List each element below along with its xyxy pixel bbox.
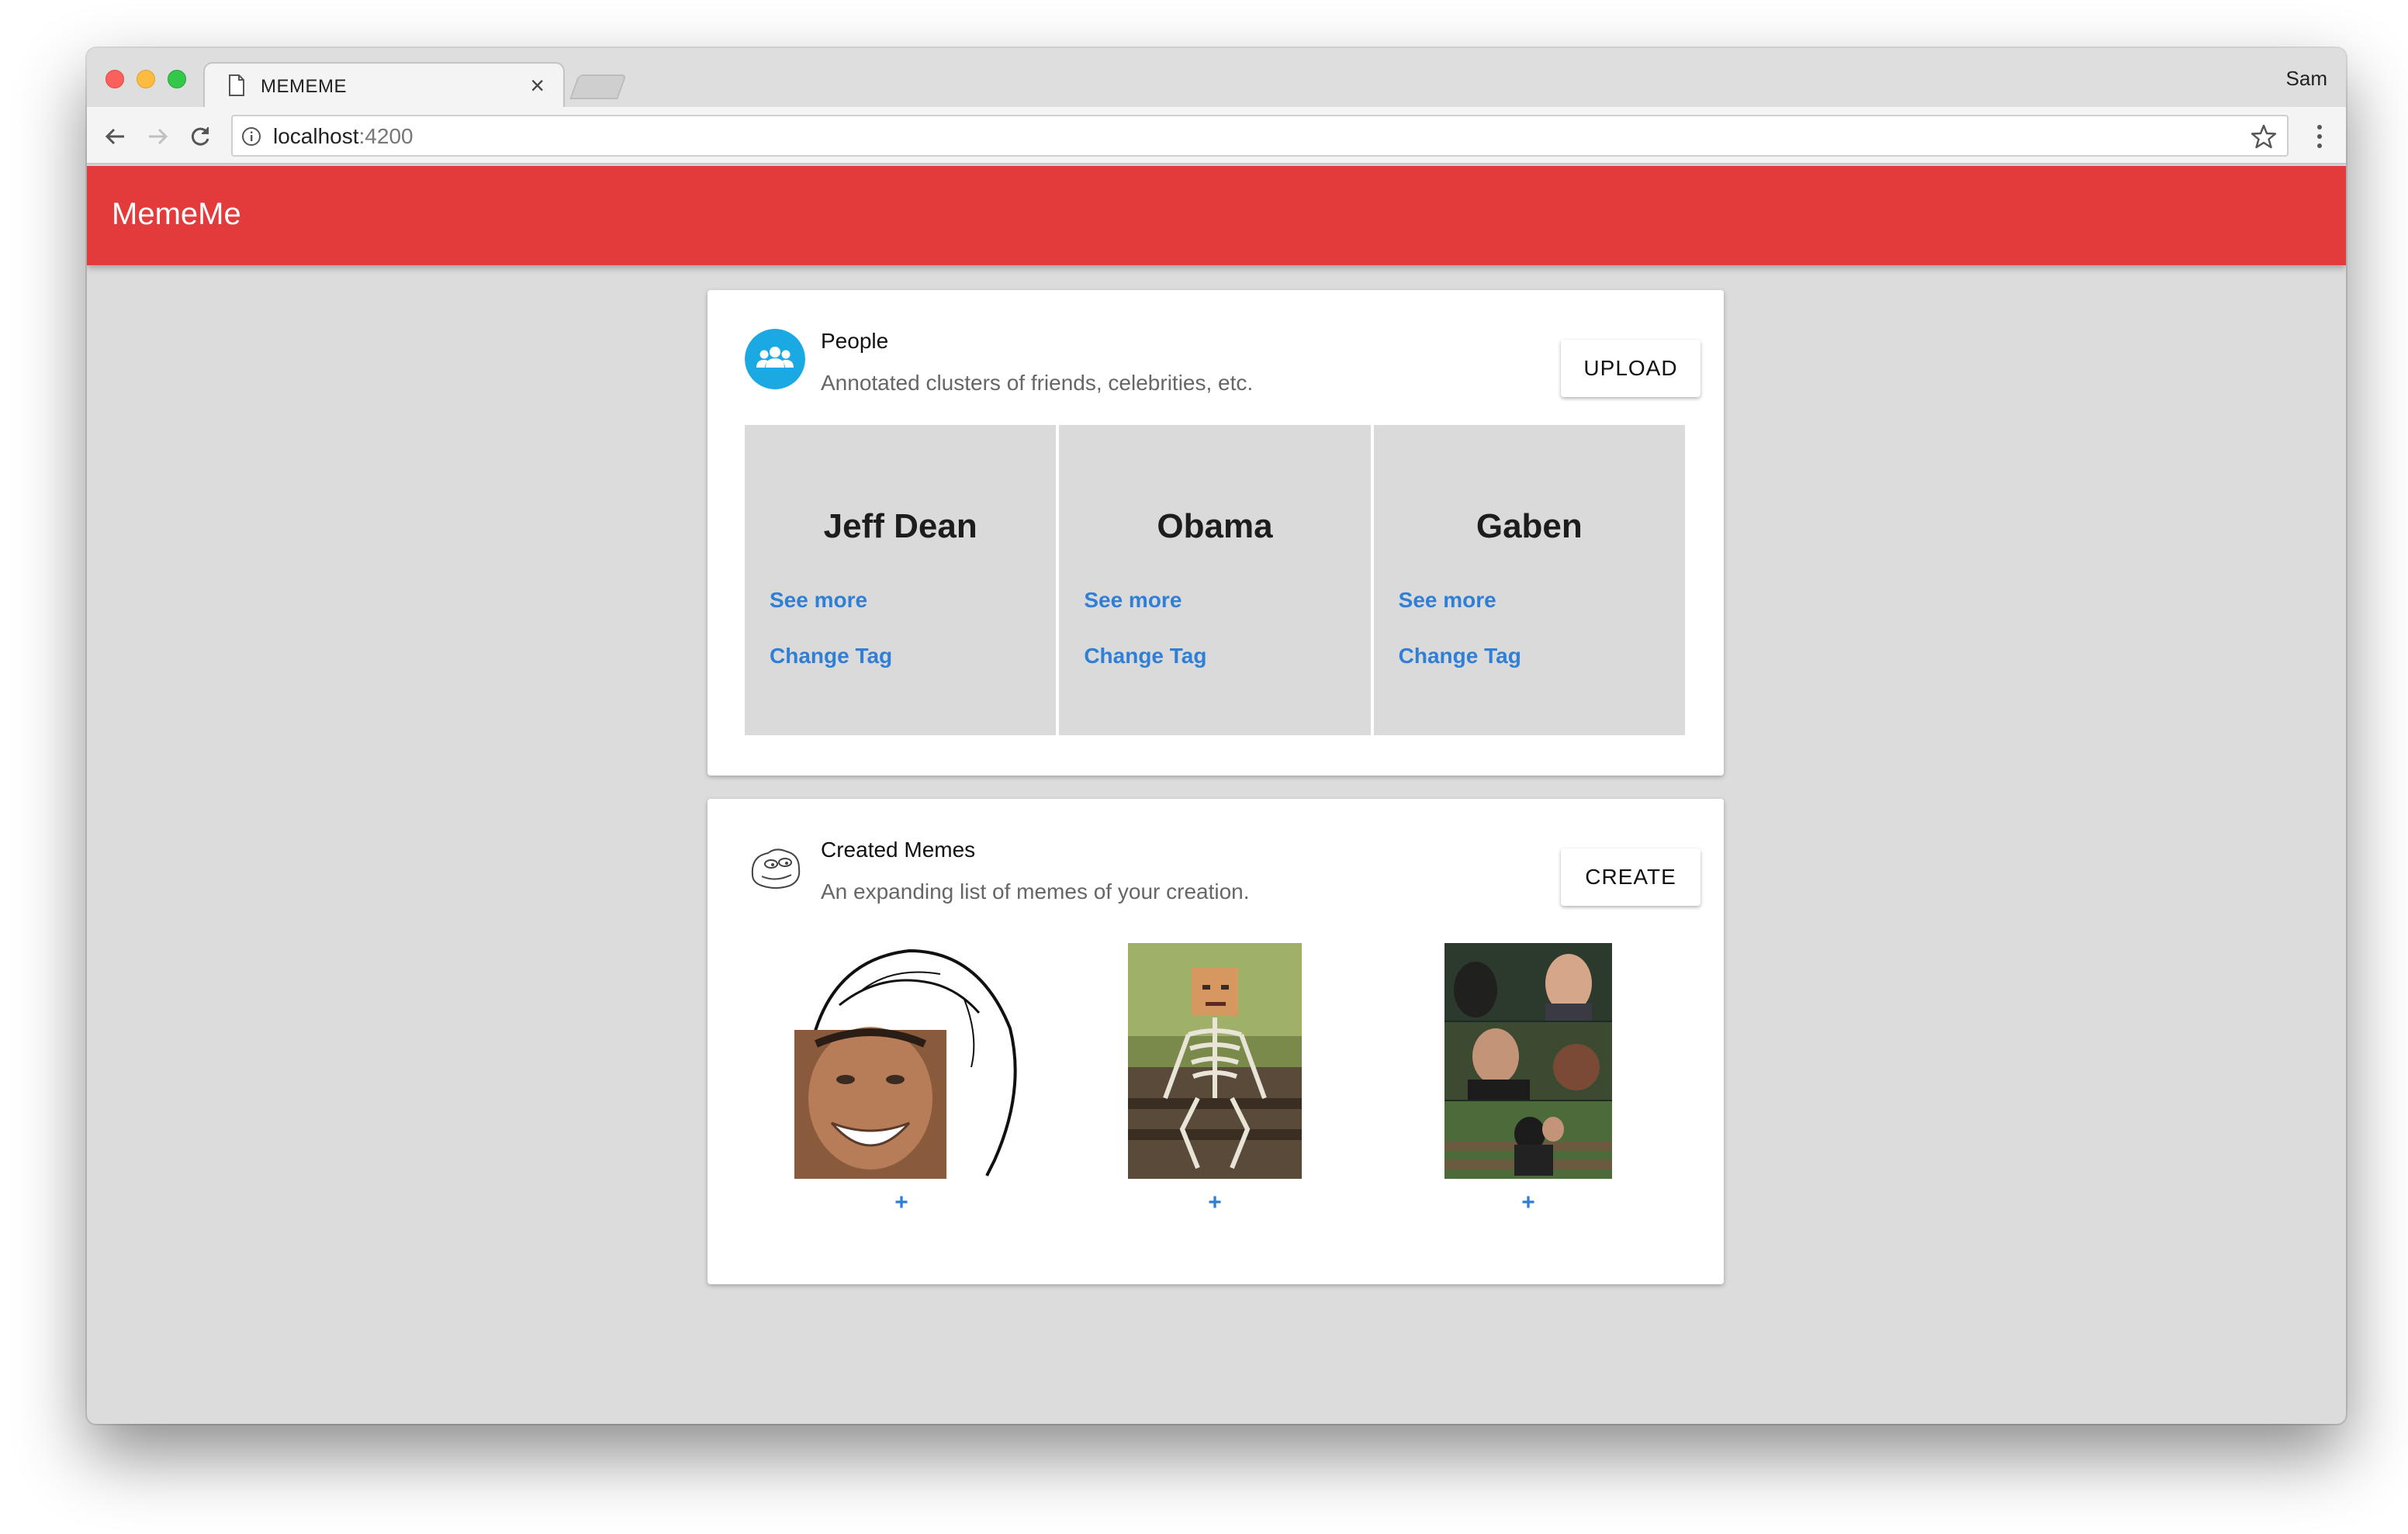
title-bar: MEMEME × Sam [87, 48, 2346, 109]
app-title: MemeMe [112, 197, 241, 231]
browser-tab[interactable]: MEMEME × [203, 62, 565, 109]
add-meme-plus[interactable]: + [1372, 1190, 1685, 1216]
see-more-link[interactable]: See more [770, 588, 867, 613]
see-more-link[interactable]: See more [1084, 588, 1182, 613]
back-button[interactable] [99, 121, 130, 152]
browser-window: MEMEME × Sam localhost:4200 MemeMe Peopl… [87, 48, 2346, 1424]
new-tab-button[interactable] [569, 74, 627, 99]
meme-item: + [745, 943, 1058, 1238]
memes-card: Created Memes An expanding list of memes… [708, 799, 1724, 1284]
change-tag-link[interactable]: Change Tag [770, 644, 892, 669]
see-more-link[interactable]: See more [1399, 588, 1496, 613]
meme-item: + [1058, 943, 1372, 1238]
bookmark-star-icon[interactable] [2250, 123, 2278, 150]
more-menu-icon[interactable] [2312, 121, 2327, 152]
person-tile: Jeff Dean See more Change Tag [745, 425, 1057, 735]
arrow-left-icon [105, 128, 124, 145]
info-icon[interactable] [240, 126, 262, 147]
reload-button[interactable] [185, 121, 216, 152]
tab-title: MEMEME [261, 76, 347, 97]
document-icon [229, 74, 244, 96]
reload-icon [191, 127, 209, 146]
person-name: Jeff Dean [823, 507, 977, 545]
meme-list: + + + [745, 943, 1685, 1238]
person-name: Obama [1157, 507, 1273, 545]
people-group-icon [745, 329, 805, 389]
change-tag-link[interactable]: Change Tag [1399, 644, 1521, 669]
card-subtitle: An expanding list of memes of your creat… [821, 879, 1250, 903]
meme-item: + [1372, 943, 1685, 1238]
person-tile: Obama See more Change Tag [1059, 425, 1371, 735]
people-card: People Annotated clusters of friends, ce… [708, 290, 1724, 776]
person-name: Gaben [1476, 507, 1583, 545]
profile-name[interactable]: Sam [2286, 67, 2327, 91]
maximize-window-button[interactable] [168, 70, 186, 88]
people-grid: Jeff Dean See more Change Tag Obama See … [745, 425, 1685, 735]
card-title: Created Memes [821, 838, 976, 862]
upload-button[interactable]: UPLOAD [1561, 340, 1700, 397]
person-tile: Gaben See more Change Tag [1373, 425, 1685, 735]
browser-toolbar: localhost:4200 [87, 107, 2346, 164]
close-window-button[interactable] [106, 70, 124, 88]
arrow-right-icon [149, 128, 168, 145]
card-title: People [821, 329, 889, 353]
change-tag-link[interactable]: Change Tag [1084, 644, 1206, 669]
url-text[interactable]: localhost:4200 [273, 124, 413, 149]
add-meme-plus[interactable]: + [1058, 1190, 1372, 1216]
forward-button[interactable] [143, 121, 174, 152]
app-bar: MemeMe [87, 166, 2346, 265]
three-panel-meme-image[interactable] [1444, 943, 1612, 1179]
create-button[interactable]: CREATE [1561, 848, 1700, 906]
minimize-window-button[interactable] [137, 70, 155, 88]
address-bar[interactable]: localhost:4200 [231, 115, 2289, 157]
skeleton-bench-meme-image[interactable] [1128, 943, 1302, 1179]
close-tab-icon[interactable]: × [530, 71, 545, 99]
pepe-face-icon [751, 848, 801, 889]
rage-face-meme-image[interactable] [785, 943, 1018, 1179]
add-meme-plus[interactable]: + [745, 1190, 1058, 1216]
card-subtitle: Annotated clusters of friends, celebriti… [821, 371, 1254, 395]
